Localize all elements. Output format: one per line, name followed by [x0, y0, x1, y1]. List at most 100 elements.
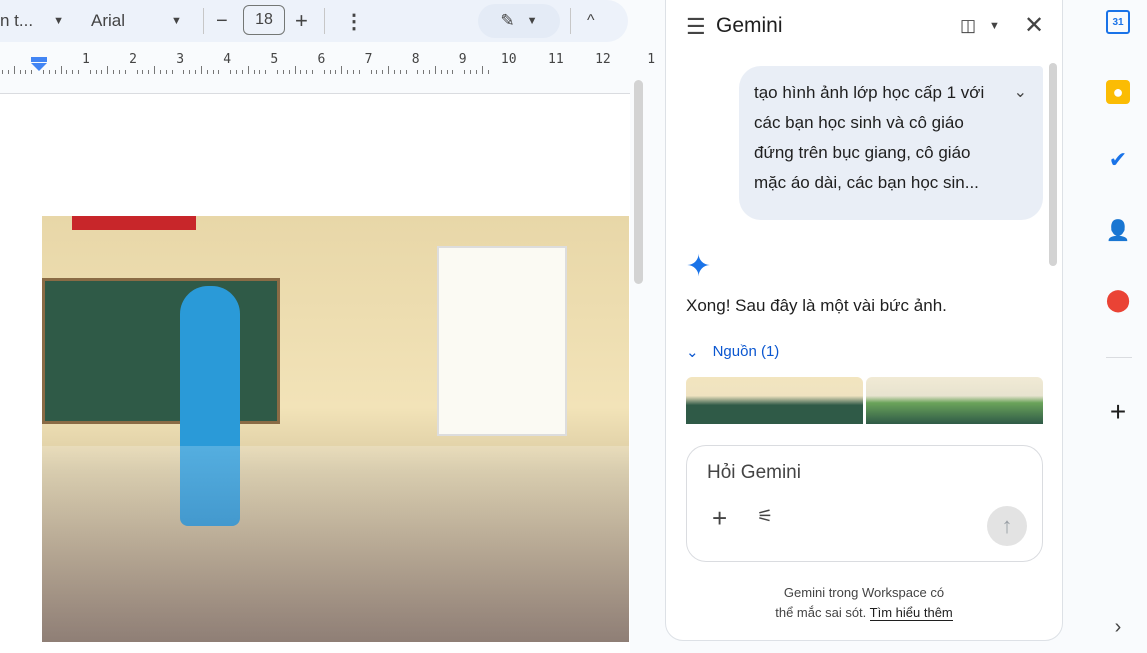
ruler-tick — [464, 70, 465, 74]
ruler-tick — [101, 70, 102, 74]
ruler-tick — [183, 70, 184, 74]
expand-side-panel-icon[interactable]: › — [1106, 615, 1130, 639]
ruler-tick — [55, 70, 56, 74]
indent-marker[interactable] — [31, 57, 47, 62]
ruler-tick — [189, 70, 190, 74]
ruler-tick — [277, 70, 278, 74]
calendar-icon[interactable]: 31 — [1106, 10, 1130, 34]
divider — [1106, 357, 1132, 358]
more-options-button[interactable]: ⋮ — [344, 0, 364, 42]
source-thumbnail[interactable] — [866, 377, 1043, 424]
ruler-tick — [435, 66, 436, 74]
indent-marker[interactable] — [31, 63, 47, 71]
add-icon[interactable]: + — [712, 503, 727, 534]
ruler-label: 8 — [412, 52, 420, 67]
ruler-tick — [142, 70, 143, 74]
ruler-tick — [218, 70, 219, 74]
keep-icon[interactable]: ● — [1106, 80, 1130, 104]
classroom-image[interactable] — [42, 216, 629, 642]
ruler-tick — [335, 70, 336, 74]
ruler-label: 6 — [318, 52, 326, 67]
ruler-tick — [230, 70, 231, 74]
ruler[interactable]: 1234567891011121 — [0, 50, 650, 76]
menu-icon[interactable]: ☰ — [686, 16, 706, 38]
ruler-tick — [8, 70, 9, 74]
ruler-tick — [119, 70, 120, 74]
ruler-tick — [382, 70, 383, 74]
ruler-tick — [236, 70, 237, 74]
tasks-icon[interactable]: ✔ — [1106, 148, 1130, 172]
ruler-tick — [441, 70, 442, 74]
ruler-tick — [394, 70, 395, 74]
ruler-tick — [166, 70, 167, 74]
ruler-tick — [14, 66, 15, 74]
ruler-tick — [376, 70, 377, 74]
disclaimer: Gemini trong Workspace có thể mắc sai só… — [666, 583, 1062, 623]
sources-toggle[interactable]: ⌄Nguồn (1) — [686, 343, 779, 361]
ruler-tick — [476, 70, 477, 74]
ruler-tick — [25, 70, 26, 74]
panel-title: Gemini — [716, 14, 783, 38]
panel-layout-icon[interactable]: ◫ — [960, 17, 976, 34]
gemini-spark-icon: ✦ — [686, 249, 711, 284]
ruler-tick — [49, 70, 50, 74]
collapse-toolbar-button[interactable]: ^ — [587, 0, 595, 42]
side-panel: 31 ● ✔ 👤 ⬤ + › — [1090, 0, 1147, 649]
ruler-tick — [312, 70, 313, 74]
divider — [570, 8, 571, 34]
ruler-tick — [154, 66, 155, 74]
ruler-tick — [207, 70, 208, 74]
ruler-tick — [90, 70, 91, 74]
input-placeholder: Hỏi Gemini — [707, 462, 801, 484]
ruler-tick — [213, 70, 214, 74]
font-select[interactable]: Arial▼ — [91, 0, 182, 42]
ruler-tick — [265, 70, 266, 74]
ruler-tick — [172, 70, 173, 74]
increase-font-size-button[interactable]: + — [295, 0, 308, 42]
send-button[interactable]: ↑ — [987, 506, 1027, 546]
tools-icon[interactable]: ⚟ — [757, 506, 773, 527]
divider — [203, 8, 204, 34]
source-thumbnail[interactable] — [686, 377, 863, 424]
chevron-down-icon[interactable]: ▼ — [989, 21, 1000, 32]
document-scrollbar[interactable] — [634, 80, 643, 284]
ruler-tick — [254, 70, 255, 74]
expand-chevron-icon[interactable]: ⌄ — [1014, 78, 1027, 108]
ruler-label: 7 — [365, 52, 373, 67]
ruler-tick — [488, 70, 489, 74]
ruler-tick — [452, 70, 453, 74]
panel-scrollbar[interactable] — [1049, 63, 1057, 266]
style-select[interactable]: n t...▼ — [0, 0, 64, 42]
chalkboard — [42, 278, 280, 424]
contacts-icon[interactable]: 👤 — [1106, 218, 1130, 242]
ruler-tick — [137, 70, 138, 74]
ruler-tick — [31, 70, 32, 74]
divider — [324, 8, 325, 34]
ruler-tick — [107, 66, 108, 74]
ruler-tick — [330, 70, 331, 74]
ask-gemini-input[interactable]: Hỏi Gemini + ⚟ ↑ — [686, 445, 1043, 562]
learn-more-link[interactable]: Tìm hiểu thêm — [870, 605, 953, 621]
ruler-tick — [417, 70, 418, 74]
ruler-tick — [2, 70, 3, 74]
maps-icon[interactable]: ⬤ — [1106, 288, 1130, 312]
ruler-label: 11 — [548, 52, 564, 67]
user-message: tạo hình ảnh lớp học cấp 1 với các bạn h… — [739, 66, 1043, 220]
close-icon[interactable]: ✕ — [1024, 14, 1044, 38]
window — [437, 246, 567, 436]
ruler-tick — [248, 66, 249, 74]
ruler-tick — [371, 70, 372, 74]
ruler-tick — [72, 70, 73, 74]
ruler-label: 5 — [270, 52, 278, 67]
ruler-tick — [201, 66, 202, 74]
ruler-label: 3 — [176, 52, 184, 67]
chevron-down-icon: ▼ — [527, 15, 538, 27]
editing-mode-button[interactable]: ✎▼ — [478, 4, 560, 38]
add-addon-icon[interactable]: + — [1106, 400, 1130, 424]
ruler-tick — [359, 70, 360, 74]
decrease-font-size-button[interactable]: − — [216, 0, 228, 42]
ruler-tick — [61, 66, 62, 74]
gemini-header: ☰ Gemini ◫ ▼ ✕ — [666, 1, 1062, 51]
ruler-tick — [353, 70, 354, 74]
font-size-input[interactable]: 18 — [243, 5, 285, 35]
